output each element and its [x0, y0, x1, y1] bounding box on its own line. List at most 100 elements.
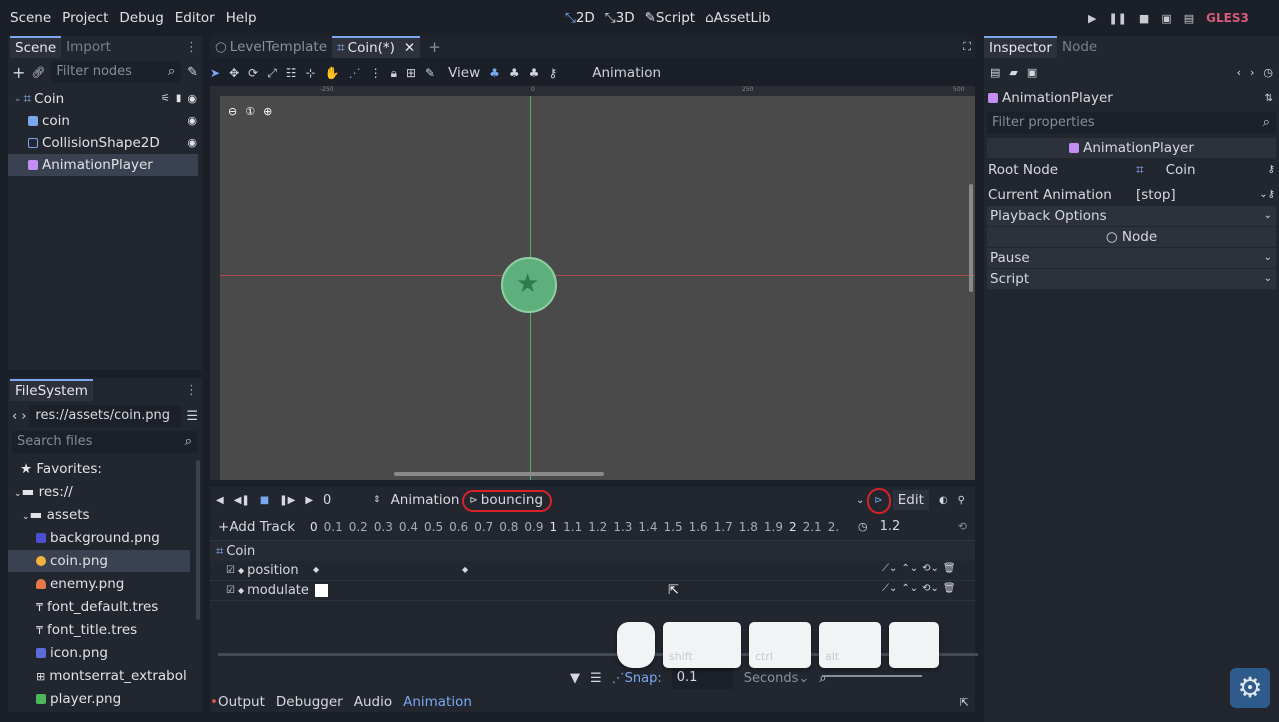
visibility-icon[interactable]: ◉ [187, 132, 197, 154]
track-modulate[interactable]: ☑ ◆ modulate ⇱ ⟋⌄ ⌃⌄ ⟲⌄ 🗑︎ [210, 581, 975, 601]
snap-toggle[interactable]: ⋰Snap: [612, 671, 662, 686]
favorites-item[interactable]: ★ Favorites: [8, 458, 202, 480]
kebab-icon[interactable]: ⋮ [185, 40, 198, 55]
filter-nodes-input[interactable]: Filter nodes ⌕ [51, 61, 182, 83]
key-icon[interactable]: ⚷ [548, 66, 557, 80]
keyframe-marker[interactable]: ◆ [462, 565, 468, 574]
track-position[interactable]: ☑ ◆ position ◆ ◆ ⟋⌄ ⌃⌄ ⟲⌄ 🗑︎ [210, 561, 975, 581]
list-view-icon[interactable]: ☰ [186, 409, 198, 424]
tab-audio[interactable]: Audio [354, 694, 392, 710]
snap-value-input[interactable]: 0.1 [671, 667, 734, 689]
spin-arrows-icon[interactable]: ⇕ [373, 495, 381, 505]
horizontal-scrollbar[interactable] [394, 472, 604, 476]
file-item[interactable]: ⊞ montserrat_extrabol [8, 665, 202, 687]
filter-icon[interactable]: ▼ [570, 671, 580, 686]
file-item[interactable]: background.png [8, 527, 202, 549]
menu-scene[interactable]: Scene [10, 10, 51, 26]
group-pause[interactable]: Pause ⌄ [987, 248, 1276, 268]
play-scene-icon[interactable]: ▣ [1161, 12, 1171, 25]
file-item[interactable]: ₸ font_default.tres [8, 596, 202, 618]
canvas-viewport[interactable]: ⊖ ① ⊕ ★ [220, 96, 975, 480]
tab-output[interactable]: •Output [210, 694, 265, 710]
new-resource-icon[interactable]: ▤ [990, 66, 1000, 79]
kebab-icon[interactable]: ⋮ [185, 383, 198, 398]
file-item[interactable]: ₸ font_title.tres [8, 619, 202, 641]
checkbox-icon[interactable]: ☑ [226, 585, 235, 596]
zoom-slider[interactable] [822, 675, 922, 677]
add-node-icon[interactable]: + [12, 63, 25, 82]
scrollbar[interactable] [196, 460, 200, 620]
signal-icon[interactable]: ⚟ [161, 88, 170, 110]
section-node[interactable]: ○ Node [987, 227, 1276, 247]
rotate-tool-icon[interactable]: ⟳ [248, 66, 258, 80]
wrap-icon[interactable]: ⟲⌄ [922, 583, 939, 594]
key-icon[interactable]: ⚷ [1268, 160, 1275, 180]
pivot-tool-icon[interactable]: ⊹ [306, 66, 316, 80]
workspace-2d[interactable]: ⤡2D [565, 10, 595, 26]
move-tool-icon[interactable]: ✥ [229, 66, 239, 80]
workspace-script[interactable]: ✎Script [645, 10, 695, 26]
cap-icon[interactable]: ⌃⌄ [901, 583, 918, 594]
section-animationplayer[interactable]: AnimationPlayer [987, 138, 1276, 158]
vertical-scrollbar[interactable] [969, 184, 973, 292]
workspace-3d[interactable]: ⤡3D [605, 10, 635, 26]
tab-debugger[interactable]: Debugger [276, 694, 343, 710]
script-attach-icon[interactable]: ✎ [187, 65, 198, 80]
menu-help[interactable]: Help [226, 10, 257, 26]
chevron-down-icon[interactable]: ⌄ [1259, 185, 1267, 205]
keyframe-marker[interactable]: ◆ [313, 565, 319, 574]
color-keyframe[interactable] [315, 584, 328, 597]
anim-length[interactable]: 1.2 [880, 519, 901, 534]
link-icon[interactable]: 🔗︎ [31, 66, 45, 79]
tab-scene[interactable]: Scene [10, 36, 62, 58]
select-tool-icon[interactable]: ➤ [210, 66, 220, 80]
tab-node[interactable]: Node [1057, 36, 1102, 58]
folder-root[interactable]: ⌄▬ res:// [8, 481, 202, 503]
snap-icon[interactable]: ⋰ [349, 66, 361, 80]
tab-inspector[interactable]: Inspector [984, 36, 1057, 58]
history-back-icon[interactable]: ‹ [1237, 66, 1241, 79]
folder-assets[interactable]: ⌄▬ assets [8, 504, 202, 526]
add-tab-icon[interactable]: + [428, 38, 441, 56]
kebab-icon[interactable]: ⋮ [370, 66, 382, 80]
script-icon[interactable]: ▮ [176, 88, 182, 110]
trash-icon[interactable]: 🗑︎ [943, 563, 956, 574]
visibility-icon[interactable]: ◉ [187, 88, 197, 110]
distraction-free-icon[interactable]: ⛶ [963, 40, 971, 54]
history-forward-icon[interactable]: › [1250, 66, 1254, 79]
filter-properties-input[interactable]: Filter properties ⌕ [987, 112, 1276, 134]
tab-coin[interactable]: ⌗ Coin(*) ✕ [332, 36, 421, 58]
edit-menu[interactable]: Edit [892, 490, 929, 510]
pan-tool-icon[interactable]: ✋ [325, 66, 340, 80]
current-animation-select[interactable]: [stop] [1136, 185, 1176, 205]
back-arrow-icon[interactable]: ‹ [12, 409, 17, 424]
close-icon[interactable]: ✕ [404, 38, 415, 58]
file-item[interactable]: player.png [8, 688, 202, 710]
keyframe-scale-icon[interactable]: ♣ [529, 66, 540, 80]
tree-node-collision[interactable]: CollisionShape2D ◉ [8, 132, 202, 154]
keyframe-icon[interactable]: ♣ [489, 66, 500, 80]
tab-import[interactable]: Import [61, 36, 116, 58]
coin-sprite[interactable]: ★ [501, 257, 557, 313]
history-icon[interactable]: ◷ [1263, 66, 1273, 79]
play-icon[interactable]: ▶ [1088, 12, 1096, 25]
add-track-button[interactable]: +Add Track [218, 519, 310, 535]
open-folder-icon[interactable]: ▰ [1009, 66, 1017, 79]
renderer-label[interactable]: GLES3 [1206, 11, 1249, 25]
view-menu[interactable]: View [448, 65, 480, 81]
group-icon[interactable]: ⊞ [406, 66, 416, 80]
file-item-selected[interactable]: coin.png [8, 550, 190, 572]
menu-editor[interactable]: Editor [175, 10, 215, 26]
workspace-assetlib[interactable]: ⌂AssetLib [705, 10, 770, 26]
loop-icon[interactable]: ⟲ [958, 520, 967, 533]
frame-spinbox[interactable]: 0 [323, 493, 353, 508]
zoom-out-icon[interactable]: ⊖ [228, 105, 237, 118]
tab-animation[interactable]: Animation [403, 694, 472, 710]
tree-node-sprite[interactable]: coin ◉ [8, 110, 202, 132]
cap-icon[interactable]: ⌃⌄ [901, 563, 918, 574]
zoom-reset-icon[interactable]: ① [245, 105, 255, 118]
menu-debug[interactable]: Debug [119, 10, 163, 26]
scale-tool-icon[interactable]: ⤢ [267, 66, 277, 81]
wrap-icon[interactable]: ⟲⌄ [922, 563, 939, 574]
file-item[interactable]: enemy.png [8, 573, 202, 595]
